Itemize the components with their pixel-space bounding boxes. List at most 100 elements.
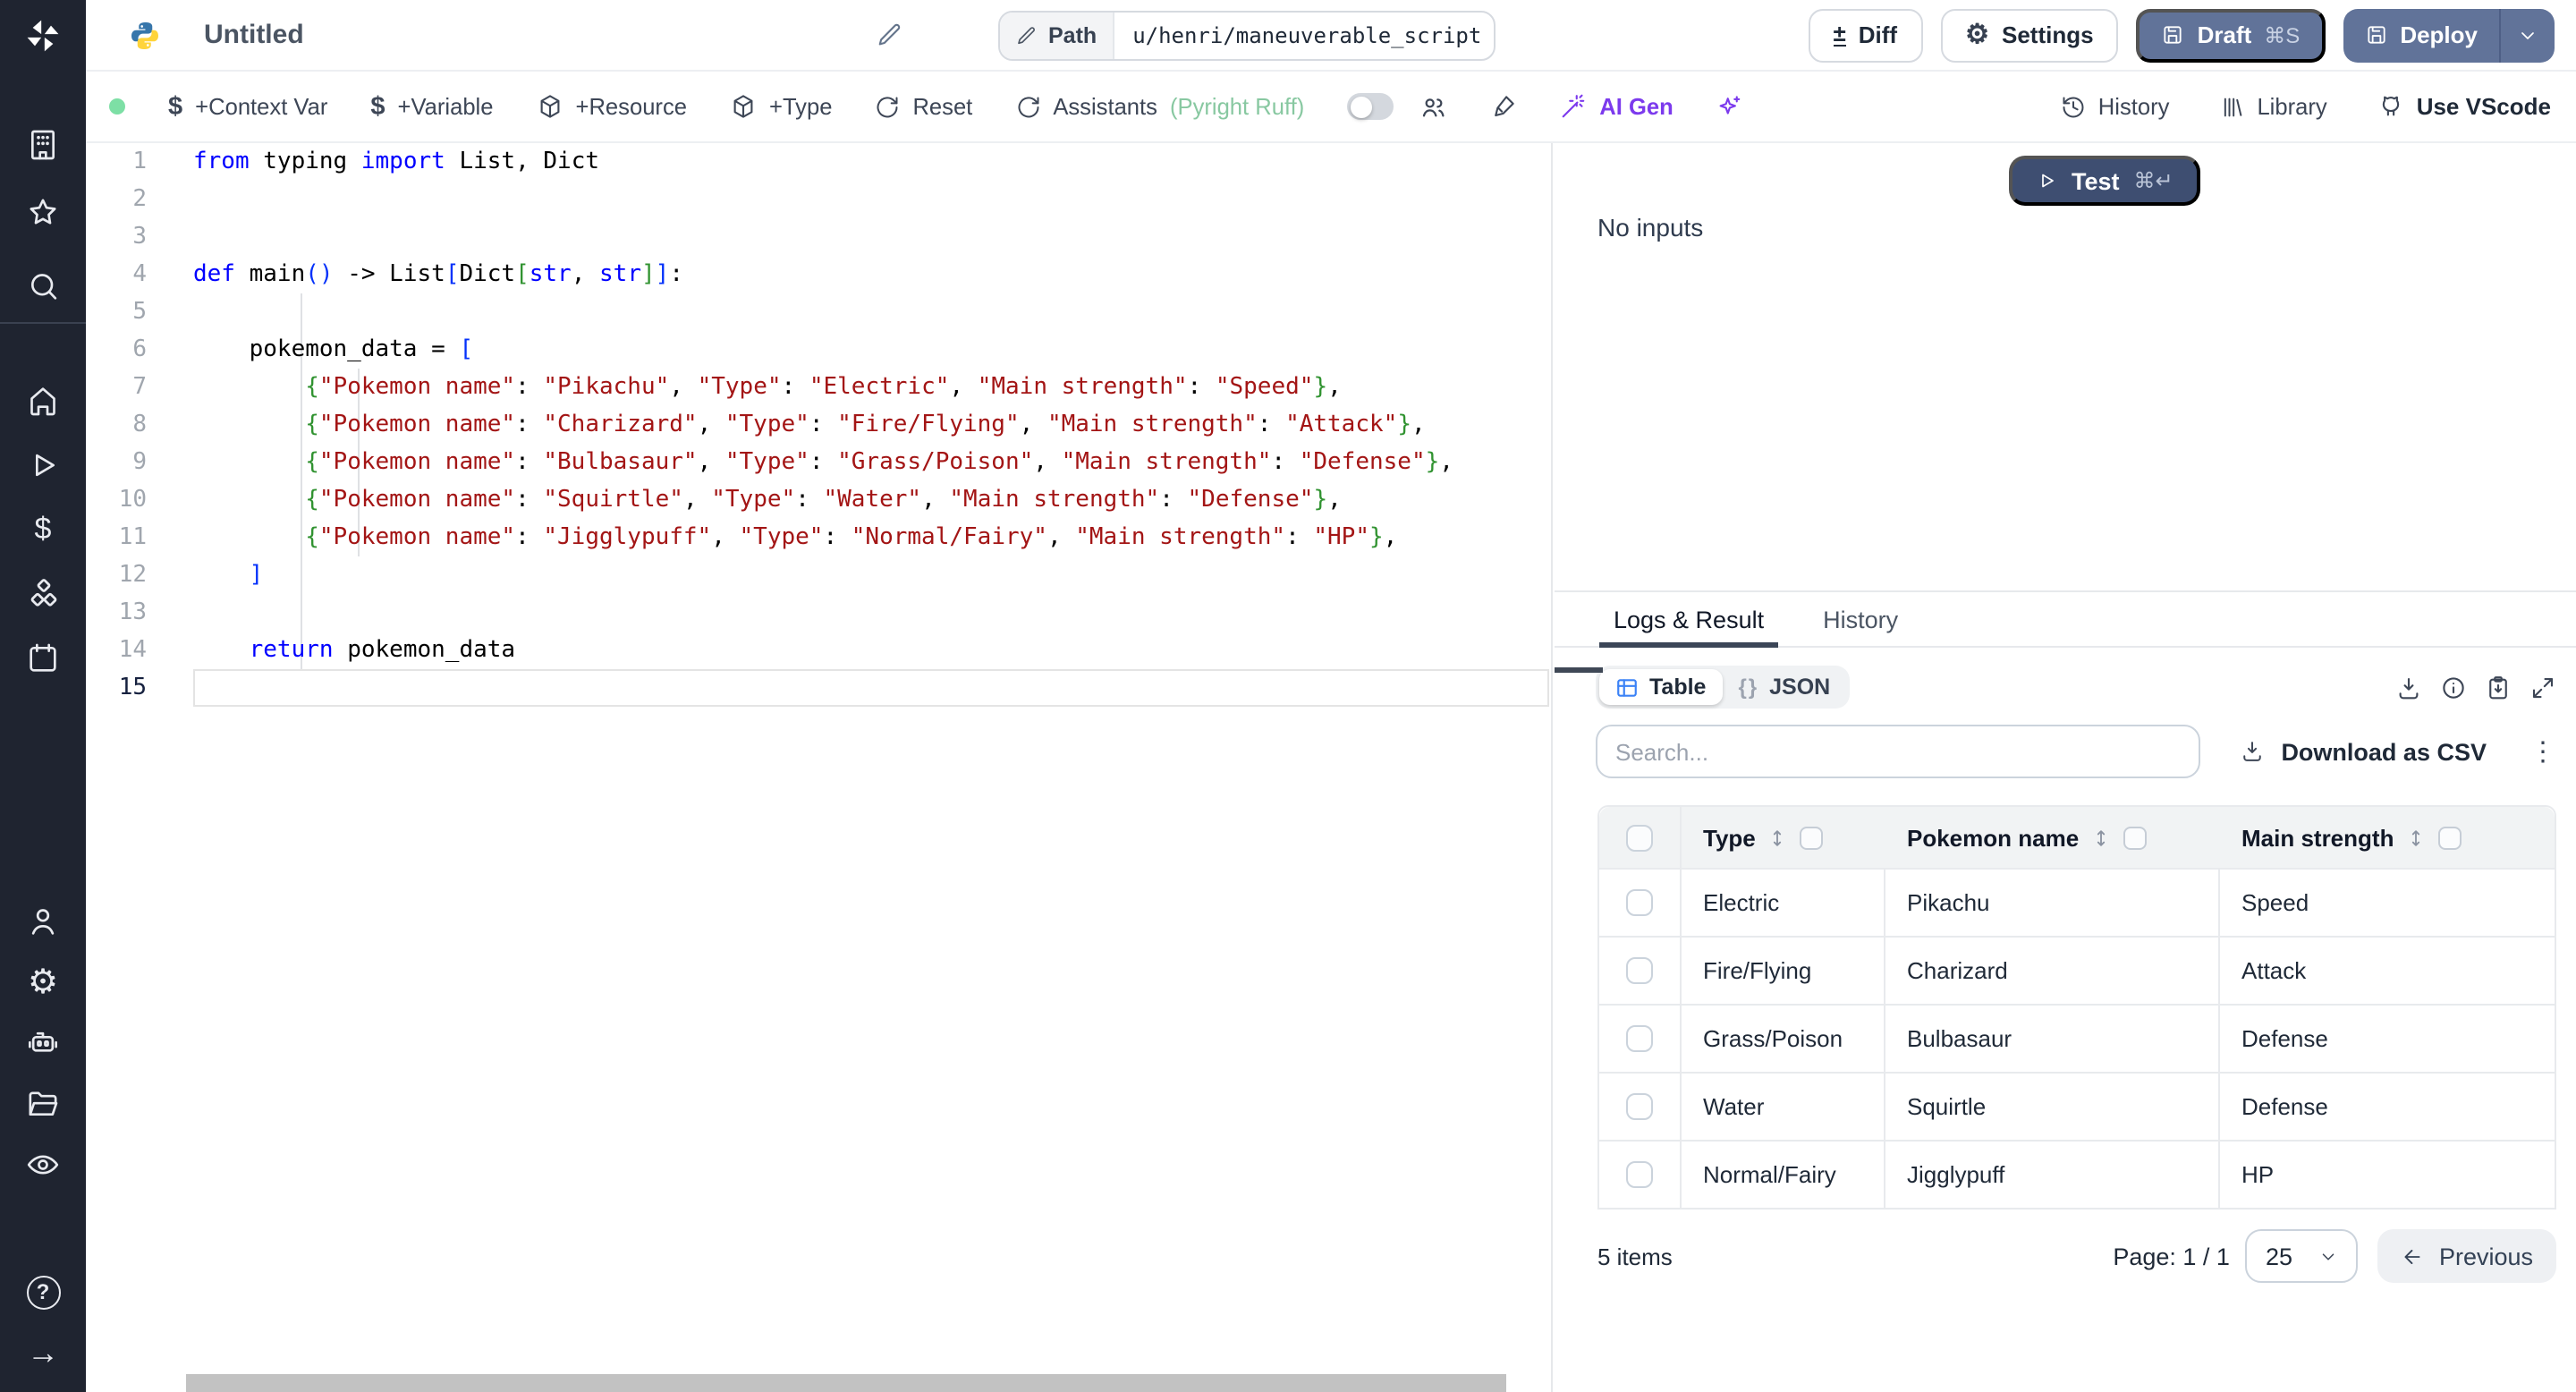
code-line[interactable]: {"Pokemon name": "Pikachu", "Type": "Ele… (193, 369, 1551, 406)
deploy-button[interactable]: Deploy (2343, 8, 2499, 62)
library-button[interactable]: Library (2219, 93, 2327, 120)
deploy-button-group: Deploy (2343, 8, 2555, 62)
code-line[interactable]: pokemon_data = [ (193, 331, 1551, 369)
line-number: 15 (118, 675, 147, 701)
variables-dollar-icon[interactable]: $ (0, 508, 86, 551)
select-all-checkbox[interactable] (1599, 807, 1682, 868)
code-line[interactable]: {"Pokemon name": "Squirtle", "Type": "Wa… (193, 481, 1551, 519)
vscode-cat-icon (2382, 96, 2399, 116)
column-option-box[interactable] (2123, 826, 2148, 849)
sort-icon[interactable] (2406, 826, 2426, 849)
edit-pencil-icon[interactable] (877, 21, 903, 48)
view-json-button[interactable]: {} JSON (1722, 669, 1846, 705)
folders-icon[interactable] (0, 1082, 86, 1125)
favorites-star-icon[interactable] (0, 191, 86, 234)
settings-gear-icon[interactable]: ⚙ (0, 961, 86, 1004)
horizontal-scrollbar[interactable] (186, 1374, 1506, 1392)
runs-play-icon[interactable] (0, 444, 86, 487)
collaborators-icon[interactable] (1419, 92, 1447, 121)
schedules-calendar-icon[interactable] (0, 637, 86, 680)
code-line[interactable]: ] (193, 556, 1551, 594)
row-checkbox[interactable] (1626, 1025, 1653, 1052)
table-row[interactable]: Fire/Flying Charizard Attack (1599, 938, 2555, 1006)
table-row[interactable]: Water Squirtle Defense (1599, 1074, 2555, 1142)
assistants-button[interactable]: Assistants (Pyright Ruff) (1015, 93, 1304, 120)
more-options-kebab-icon[interactable]: ⋮ (2529, 738, 2556, 765)
column-option-box[interactable] (1800, 826, 1824, 849)
row-checkbox[interactable] (1626, 889, 1653, 916)
script-path-field[interactable]: Path u/henri/maneuverable_script (998, 11, 1496, 61)
test-button[interactable]: Test ⌘↵ (2009, 156, 2200, 206)
reset-button[interactable]: Reset (875, 93, 972, 120)
copy-result-icon[interactable] (2485, 674, 2512, 700)
code-line[interactable]: from typing import List, Dict (193, 143, 1551, 181)
code-line[interactable] (193, 669, 1551, 707)
windmill-logo[interactable] (0, 0, 86, 72)
history-button[interactable]: History (2061, 93, 2169, 120)
code-line[interactable]: {"Pokemon name": "Bulbasaur", "Type": "G… (193, 444, 1551, 481)
add-variable-button[interactable]: $ +Variable (370, 92, 493, 121)
column-option-box[interactable] (2438, 826, 2462, 849)
table-cell: Grass/Poison (1682, 1006, 1885, 1072)
add-context-var-button[interactable]: $ +Context Var (168, 92, 327, 121)
table-row[interactable]: Normal/Fairy Jigglypuff HP (1599, 1142, 2555, 1210)
download-csv-button[interactable]: Download as CSV (2240, 738, 2487, 765)
column-header[interactable]: Main strength (2220, 807, 2555, 868)
draft-shortcut: ⌘S (2264, 22, 2301, 47)
view-table-button[interactable]: Table (1599, 669, 1723, 705)
diff-button[interactable]: ± Diff (1808, 8, 1923, 62)
tab-history[interactable]: History (1823, 592, 1898, 646)
code-line[interactable] (193, 594, 1551, 632)
code-line[interactable] (193, 218, 1551, 256)
search-icon[interactable] (0, 265, 86, 308)
add-resource-button[interactable]: +Resource (537, 93, 687, 120)
column-header[interactable]: Pokemon name (1885, 807, 2220, 868)
multiplayer-toggle[interactable] (1347, 93, 1394, 120)
previous-page-button[interactable]: Previous (2377, 1229, 2556, 1283)
ai-gen-button[interactable]: AI Gen (1560, 93, 1674, 120)
row-checkbox-cell (1599, 870, 1682, 936)
info-icon[interactable] (2440, 674, 2467, 700)
code-line[interactable]: {"Pokemon name": "Charizard", "Type": "F… (193, 406, 1551, 444)
workspace-building-icon[interactable] (0, 123, 86, 166)
code-editor[interactable]: 1 2 3 4 5 6 7 8 9 10 11 12 13 14 15 from typing import… (86, 143, 1553, 1392)
download-result-icon[interactable] (2395, 674, 2422, 700)
panel-resize-handle[interactable] (1555, 667, 1603, 673)
help-icon[interactable]: ? (0, 1270, 86, 1313)
row-checkbox[interactable] (1626, 1161, 1653, 1188)
search-input[interactable] (1596, 725, 2200, 778)
sort-icon[interactable] (1768, 826, 1788, 849)
home-icon[interactable] (0, 379, 86, 422)
line-number: 7 (132, 374, 147, 401)
column-header[interactable]: Type (1682, 807, 1885, 868)
table-row[interactable]: Grass/Poison Bulbasaur Defense (1599, 1006, 2555, 1074)
row-checkbox[interactable] (1626, 957, 1653, 984)
add-type-button[interactable]: +Type (730, 93, 832, 120)
code-line[interactable] (193, 181, 1551, 218)
tab-logs-result[interactable]: Logs & Result (1598, 592, 1779, 648)
use-vscode-button[interactable]: Use VScode (2377, 93, 2551, 120)
code-line[interactable]: def main() -> List[Dict[str, str]]: (193, 256, 1551, 293)
workers-robot-icon[interactable] (0, 1022, 86, 1065)
resources-cubes-icon[interactable] (0, 573, 86, 615)
test-shortcut: ⌘↵ (2133, 168, 2174, 193)
deploy-dropdown-button[interactable] (2501, 8, 2555, 62)
settings-button[interactable]: ⚙ Settings (1940, 8, 2119, 62)
format-brush-icon[interactable] (1490, 93, 1517, 120)
table-row[interactable]: Electric Pikachu Speed (1599, 870, 2555, 938)
sparkles-icon[interactable] (1716, 93, 1743, 120)
draft-button[interactable]: Draft ⌘S (2136, 8, 2326, 62)
code-line[interactable]: return pokemon_data (193, 632, 1551, 669)
package-icon (540, 95, 559, 118)
row-checkbox[interactable] (1626, 1093, 1653, 1120)
sort-icon[interactable] (2091, 826, 2111, 849)
collapse-sidebar-arrow-icon[interactable]: → (0, 1331, 86, 1374)
code-line[interactable]: {"Pokemon name": "Jigglypuff", "Type": "… (193, 519, 1551, 556)
expand-icon[interactable] (2529, 674, 2556, 700)
code-line[interactable] (193, 293, 1551, 331)
table-cell: Squirtle (1885, 1074, 2220, 1140)
table-cell: Pikachu (1885, 870, 2220, 936)
audit-eye-icon[interactable] (0, 1143, 86, 1186)
page-size-select[interactable]: 25 (2245, 1229, 2359, 1283)
user-icon[interactable] (0, 900, 86, 943)
